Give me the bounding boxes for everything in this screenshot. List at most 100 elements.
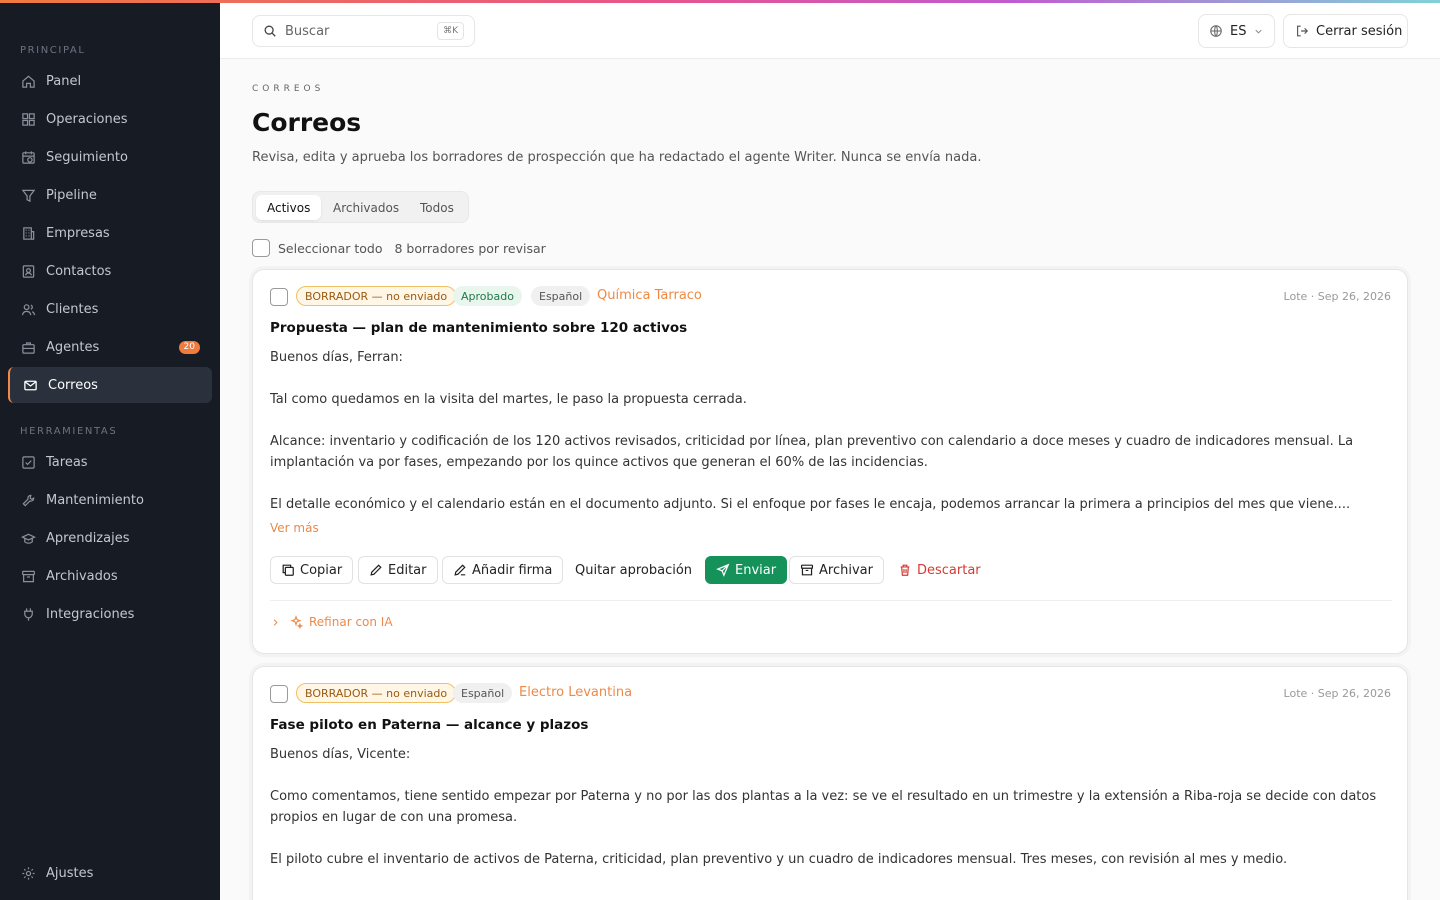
trash-icon bbox=[900, 564, 910, 576]
archive-button[interactable]: Archivar bbox=[789, 556, 884, 584]
send-icon bbox=[716, 563, 730, 577]
sidebar-item-label: Integraciones bbox=[46, 606, 135, 622]
select-all-checkbox[interactable] bbox=[252, 239, 270, 257]
top-header: Buscar ⌘K ES Cerrar sesión bbox=[220, 3, 1440, 59]
filter-tabs: Activos Archivados Todos bbox=[252, 191, 469, 223]
tab-archivados[interactable]: Archivados bbox=[322, 195, 410, 220]
email-actions: Copiar Editar Añadir firma Quitar aproba… bbox=[270, 556, 1392, 584]
calendar-clock-icon bbox=[20, 149, 36, 165]
discard-label: Descartar bbox=[917, 562, 981, 578]
sidebar-item-contactos[interactable]: Contactos bbox=[8, 253, 212, 289]
briefcase-icon bbox=[20, 339, 36, 355]
graduation-cap-icon bbox=[20, 530, 36, 546]
logout-button[interactable]: Cerrar sesión bbox=[1283, 14, 1408, 48]
email-paragraph: Tal como quedamos en la visita del marte… bbox=[270, 392, 747, 407]
logout-label: Cerrar sesión bbox=[1316, 23, 1403, 39]
unapprove-label: Quitar aprobación bbox=[575, 562, 693, 578]
pending-count: 8 borradores por revisar bbox=[394, 240, 546, 256]
select-all-row: Seleccionar todo 8 borradores por revisa… bbox=[252, 239, 546, 257]
chevron-down-icon bbox=[1255, 29, 1263, 34]
pencil-icon bbox=[370, 564, 382, 576]
sidebar-item-tareas[interactable]: Tareas bbox=[8, 444, 212, 480]
page-subtitle: Revisa, edita y aprueba los borradores d… bbox=[252, 150, 982, 165]
language-badge: Español bbox=[531, 286, 591, 306]
sidebar-item-label: Tareas bbox=[46, 454, 88, 470]
see-more-link[interactable]: Ver más bbox=[270, 521, 319, 535]
sidebar-item-pipeline[interactable]: Pipeline bbox=[8, 177, 212, 213]
archive-icon bbox=[800, 564, 814, 576]
language-selector[interactable]: ES bbox=[1198, 14, 1275, 48]
sidebar-item-operaciones[interactable]: Operaciones bbox=[8, 101, 212, 137]
edit-label: Editar bbox=[388, 562, 427, 578]
add-signature-label: Añadir firma bbox=[472, 562, 553, 578]
copy-icon bbox=[282, 564, 294, 576]
status-badge: BORRADOR — no enviado bbox=[296, 683, 457, 703]
company-link[interactable]: Química Tarraco bbox=[597, 288, 702, 303]
section-label-herramientas: HERRAMIENTAS bbox=[20, 426, 118, 437]
email-paragraph: Alcance: inventario y codificación de lo… bbox=[270, 434, 1354, 470]
email-select-checkbox[interactable] bbox=[270, 685, 288, 703]
sidebar-item-aprendizajes[interactable]: Aprendizajes bbox=[8, 520, 212, 556]
select-all-label[interactable]: Seleccionar todo bbox=[278, 241, 382, 256]
add-signature-button[interactable]: Añadir firma bbox=[442, 556, 564, 584]
checkbox-icon bbox=[20, 454, 36, 470]
status-badge: BORRADOR — no enviado bbox=[296, 286, 457, 306]
sidebar-item-panel[interactable]: Panel bbox=[8, 63, 212, 99]
email-greeting: Buenos días, Ferran: bbox=[270, 350, 403, 365]
sidebar-item-label: Empresas bbox=[46, 225, 110, 241]
email-select-checkbox[interactable] bbox=[270, 288, 288, 306]
refine-with-ai-toggle[interactable]: Refinar con IA bbox=[270, 615, 393, 629]
discard-button[interactable]: Descartar bbox=[887, 556, 992, 584]
search-input[interactable]: Buscar ⌘K bbox=[252, 15, 475, 47]
sidebar-item-correos[interactable]: Correos bbox=[8, 367, 212, 403]
sidebar-item-label: Agentes bbox=[46, 339, 100, 355]
mail-icon bbox=[22, 377, 38, 393]
company-link[interactable]: Electro Levantina bbox=[519, 685, 632, 700]
search-icon bbox=[264, 25, 276, 37]
sidebar-item-empresas[interactable]: Empresas bbox=[8, 215, 212, 251]
chevron-right-icon bbox=[273, 618, 278, 626]
sidebar-item-label: Correos bbox=[48, 377, 98, 393]
send-label: Enviar bbox=[735, 562, 777, 578]
approved-badge: Aprobado bbox=[453, 286, 522, 306]
email-card: BORRADOR — no enviado Español Electro Le… bbox=[252, 666, 1408, 900]
sidebar-item-label: Seguimiento bbox=[46, 149, 128, 165]
sidebar-item-label: Pipeline bbox=[46, 187, 97, 203]
sidebar-item-seguimiento[interactable]: Seguimiento bbox=[8, 139, 212, 175]
grid-icon bbox=[20, 111, 36, 127]
language-value: ES bbox=[1230, 23, 1247, 39]
sidebar-item-label: Contactos bbox=[46, 263, 112, 279]
sidebar: PRINCIPAL Panel Operaciones Seguimiento … bbox=[0, 0, 220, 900]
building-icon bbox=[20, 225, 36, 241]
sidebar-item-ajustes[interactable]: Ajustes bbox=[8, 855, 212, 891]
sidebar-item-agentes[interactable]: Agentes 20 bbox=[8, 329, 212, 365]
sparkles-icon bbox=[290, 615, 303, 629]
sidebar-item-mantenimiento[interactable]: Mantenimiento bbox=[8, 482, 212, 518]
edit-button[interactable]: Editar bbox=[358, 556, 438, 584]
sidebar-item-label: Panel bbox=[46, 73, 82, 89]
plug-icon bbox=[20, 606, 36, 622]
top-accent-bar bbox=[0, 0, 1440, 3]
email-greeting: Buenos días, Vicente: bbox=[270, 747, 411, 762]
search-shortcut-hint: ⌘K bbox=[437, 22, 464, 40]
sidebar-item-label: Mantenimiento bbox=[46, 492, 144, 508]
contact-card-icon bbox=[20, 263, 36, 279]
filter-icon bbox=[20, 187, 36, 203]
section-label-principal: PRINCIPAL bbox=[20, 45, 86, 56]
send-button[interactable]: Enviar bbox=[705, 556, 788, 584]
archive-label: Archivar bbox=[819, 562, 873, 578]
tab-activos[interactable]: Activos bbox=[256, 195, 322, 220]
batch-date: Lote · Sep 26, 2026 bbox=[1283, 290, 1391, 303]
signature-pen-icon bbox=[454, 564, 466, 576]
language-badge: Español bbox=[453, 683, 513, 703]
unapprove-button[interactable]: Quitar aprobación bbox=[564, 556, 704, 584]
email-paragraph: El piloto cubre el inventario de activos… bbox=[270, 852, 1288, 867]
sidebar-item-label: Operaciones bbox=[46, 111, 128, 127]
agents-count-badge: 20 bbox=[178, 341, 200, 354]
sidebar-item-integraciones[interactable]: Integraciones bbox=[8, 596, 212, 632]
copy-button[interactable]: Copiar bbox=[270, 556, 354, 584]
sidebar-item-clientes[interactable]: Clientes bbox=[8, 291, 212, 327]
tab-todos[interactable]: Todos bbox=[409, 195, 465, 220]
refine-label: Refinar con IA bbox=[309, 615, 393, 629]
sidebar-item-archivados[interactable]: Archivados bbox=[8, 558, 212, 594]
